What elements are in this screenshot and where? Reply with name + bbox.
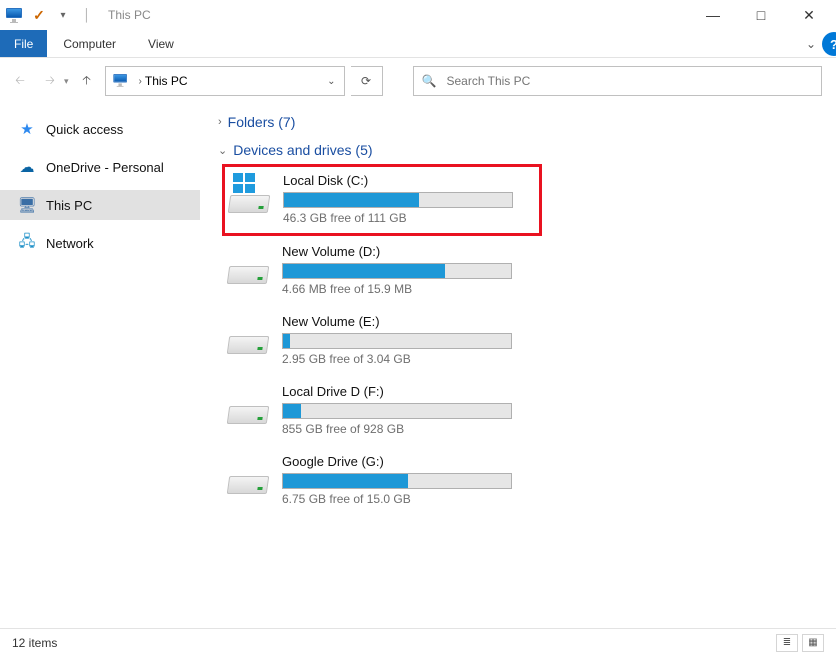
drives-list: Local Disk (C:) 46.3 GB free of 111 GB N… <box>218 164 836 516</box>
pc-icon: 🖥 <box>18 196 36 214</box>
cloud-icon: ☁ <box>18 158 36 176</box>
tab-computer[interactable]: Computer <box>47 30 132 57</box>
properties-icon[interactable] <box>4 4 26 26</box>
drive-icon <box>226 314 272 354</box>
maximize-button[interactable]: □ <box>738 0 784 30</box>
drive-name: Local Disk (C:) <box>283 173 537 188</box>
hdd-icon <box>227 406 270 424</box>
drive-name: Google Drive (G:) <box>282 454 538 469</box>
sidebar-item-this-pc[interactable]: 🖥 This PC <box>0 190 200 220</box>
address-dropdown-icon[interactable]: ⌄ <box>319 76 343 87</box>
navigation-pane: ★ Quick access ☁ OneDrive - Personal 🖥 T… <box>0 104 200 614</box>
search-icon: 🔍 <box>422 74 437 88</box>
breadcrumb-separator-icon[interactable]: › <box>136 76 145 87</box>
close-button[interactable]: ✕ <box>786 0 832 30</box>
drive-name: Local Drive D (F:) <box>282 384 538 399</box>
sidebar-item-onedrive[interactable]: ☁ OneDrive - Personal <box>0 152 200 182</box>
group-label: Folders (7) <box>228 114 296 130</box>
refresh-button[interactable]: ⟳ <box>351 66 383 96</box>
sidebar-item-network[interactable]: 🖧 Network <box>0 228 200 258</box>
drive-icon <box>226 244 272 284</box>
group-label: Devices and drives (5) <box>233 142 372 158</box>
drive-item[interactable]: Local Disk (C:) 46.3 GB free of 111 GB <box>222 164 542 236</box>
drive-name: New Volume (E:) <box>282 314 538 329</box>
nav-history-dropdown[interactable]: ▾ <box>64 76 69 87</box>
group-header-drives[interactable]: ⌄ Devices and drives (5) <box>218 136 836 164</box>
usage-bar <box>282 333 512 349</box>
drive-icon <box>226 384 272 424</box>
drive-item[interactable]: Google Drive (G:) 6.75 GB free of 15.0 G… <box>222 446 542 516</box>
tab-view[interactable]: View <box>132 30 190 57</box>
drive-free-text: 855 GB free of 928 GB <box>282 422 538 436</box>
drive-free-text: 46.3 GB free of 111 GB <box>283 211 537 225</box>
view-details-button[interactable]: ≣ <box>776 634 798 652</box>
group-header-folders[interactable]: › Folders (7) <box>218 108 836 136</box>
check-icon[interactable]: ✓ <box>28 4 50 26</box>
star-icon: ★ <box>18 120 36 138</box>
sidebar-item-label: This PC <box>46 198 92 213</box>
chevron-down-icon: ⌄ <box>218 144 227 157</box>
usage-bar <box>282 403 512 419</box>
ribbon-tabs: File Computer View ⌄ ? <box>0 30 836 58</box>
status-bar: 12 items ≣ ▦ <box>0 628 836 656</box>
window-controls: — □ ✕ <box>690 0 832 30</box>
nav-back-button[interactable]: 🡠 <box>8 69 32 93</box>
nav-up-button[interactable]: 🡡 <box>75 69 99 93</box>
usage-bar <box>282 473 512 489</box>
drive-item[interactable]: New Volume (E:) 2.95 GB free of 3.04 GB <box>222 306 542 376</box>
address-bar[interactable]: › This PC ⌄ <box>105 66 345 96</box>
location-icon <box>106 71 136 92</box>
ribbon-collapse-icon[interactable]: ⌄ <box>800 30 822 57</box>
sidebar-item-label: OneDrive - Personal <box>46 160 164 175</box>
chevron-right-icon: › <box>218 116 222 128</box>
title-bar: ✓ ▾ │ This PC — □ ✕ <box>0 0 836 30</box>
drive-name: New Volume (D:) <box>282 244 538 259</box>
qat-divider: │ <box>76 4 98 26</box>
drive-icon <box>226 454 272 494</box>
sidebar-item-quick-access[interactable]: ★ Quick access <box>0 114 200 144</box>
network-icon: 🖧 <box>18 234 36 252</box>
hdd-icon <box>227 266 270 284</box>
drive-body: New Volume (D:) 4.66 MB free of 15.9 MB <box>282 244 538 296</box>
drive-free-text: 6.75 GB free of 15.0 GB <box>282 492 538 506</box>
usage-bar <box>283 192 513 208</box>
view-buttons: ≣ ▦ <box>776 634 824 652</box>
qat-dropdown-icon[interactable]: ▾ <box>52 4 74 26</box>
windows-logo-icon <box>233 173 257 195</box>
drive-free-text: 4.66 MB free of 15.9 MB <box>282 282 538 296</box>
drive-item[interactable]: Local Drive D (F:) 855 GB free of 928 GB <box>222 376 542 446</box>
file-tab[interactable]: File <box>0 30 47 57</box>
breadcrumb-location[interactable]: This PC <box>145 74 188 88</box>
usage-bar <box>282 263 512 279</box>
drive-free-text: 2.95 GB free of 3.04 GB <box>282 352 538 366</box>
window-title: This PC <box>108 8 151 22</box>
drive-body: Local Disk (C:) 46.3 GB free of 111 GB <box>283 173 537 225</box>
navigation-row: 🡠 🡢 ▾ 🡡 › This PC ⌄ ⟳ 🔍 <box>0 58 836 104</box>
quick-access-toolbar: ✓ ▾ │ <box>4 4 98 26</box>
content-area: ★ Quick access ☁ OneDrive - Personal 🖥 T… <box>0 104 836 614</box>
view-tiles-button[interactable]: ▦ <box>802 634 824 652</box>
drive-body: Local Drive D (F:) 855 GB free of 928 GB <box>282 384 538 436</box>
hdd-icon <box>227 476 270 494</box>
drive-item[interactable]: New Volume (D:) 4.66 MB free of 15.9 MB <box>222 236 542 306</box>
drive-body: Google Drive (G:) 6.75 GB free of 15.0 G… <box>282 454 538 506</box>
search-input[interactable] <box>446 74 813 88</box>
status-items-count: 12 items <box>12 636 57 650</box>
main-pane: › Folders (7) ⌄ Devices and drives (5) L… <box>200 104 836 614</box>
minimize-button[interactable]: — <box>690 0 736 30</box>
sidebar-item-label: Network <box>46 236 94 251</box>
nav-forward-button[interactable]: 🡢 <box>38 69 62 93</box>
sidebar-item-label: Quick access <box>46 122 123 137</box>
help-icon[interactable]: ? <box>822 32 836 56</box>
drive-body: New Volume (E:) 2.95 GB free of 3.04 GB <box>282 314 538 366</box>
hdd-icon <box>228 195 271 213</box>
search-box[interactable]: 🔍 <box>413 66 822 96</box>
hdd-icon <box>227 336 270 354</box>
drive-icon <box>227 173 273 213</box>
